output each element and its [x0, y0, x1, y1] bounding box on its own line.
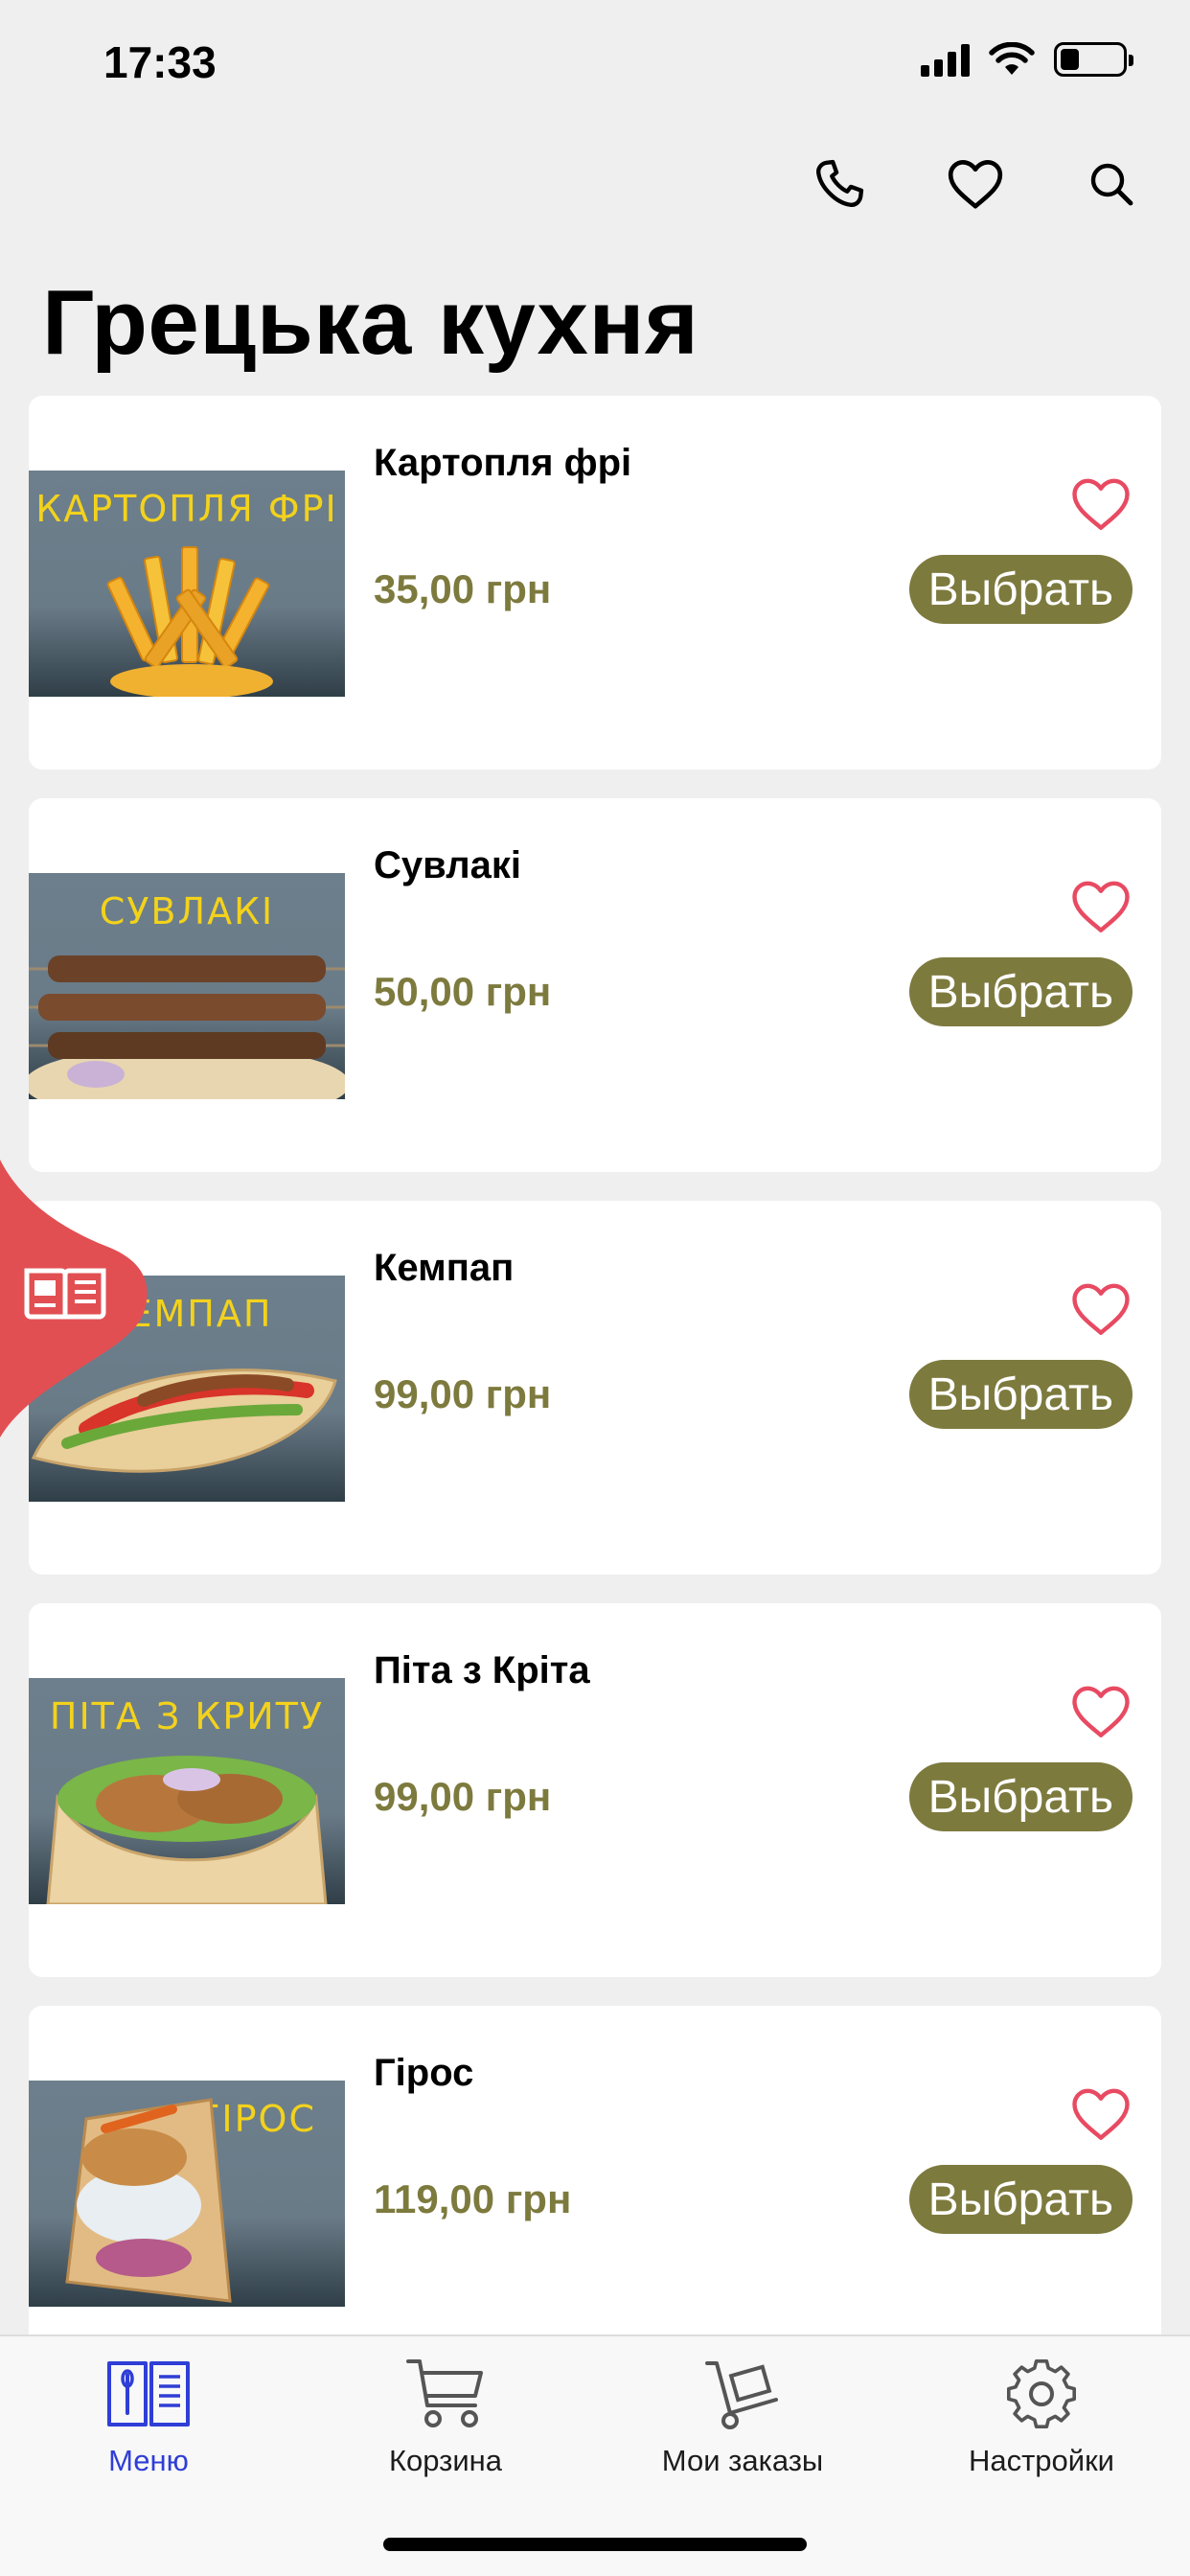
- status-icons: [921, 42, 1133, 77]
- hand-truck-icon: [705, 2361, 778, 2429]
- product-image: ГІРОС: [29, 2081, 345, 2307]
- product-card[interactable]: ПІТА З КРИТУ Піта з Кріта 99,00 грн Выбр…: [29, 1603, 1161, 1977]
- souvlaki-illustration: [29, 955, 345, 1099]
- favorite-heart-icon[interactable]: [1069, 1277, 1133, 1341]
- wifi-icon: [989, 42, 1035, 75]
- product-card[interactable]: КЕМПАП Кемпап 99,00 грн Выбрать: [29, 1201, 1161, 1575]
- favorites-button[interactable]: [945, 153, 1006, 215]
- product-price: 50,00 грн: [374, 969, 552, 1014]
- phone-icon: [816, 159, 864, 207]
- tab-label: Мои заказы: [661, 2444, 824, 2477]
- tab-label: Корзина: [388, 2444, 503, 2477]
- tab-menu[interactable]: Меню: [24, 2356, 273, 2478]
- tab-bar: Меню Корзина Мои заказы Настройки: [0, 2334, 1190, 2576]
- select-button[interactable]: Выбрать: [908, 2165, 1133, 2234]
- product-name: Піта з Кріта: [374, 1649, 590, 1691]
- signal-icon: [921, 42, 970, 77]
- screen: 17:33 Грецька кухня КАРТОПЛЯ ФРІ Картопл…: [0, 0, 1190, 2576]
- select-button[interactable]: Выбрать: [908, 555, 1133, 624]
- image-caption: СУВЛАКІ: [99, 890, 275, 932]
- tab-label: Меню: [108, 2444, 189, 2477]
- select-button[interactable]: Выбрать: [908, 1360, 1133, 1429]
- search-icon: [1090, 163, 1133, 206]
- product-image: ПІТА З КРИТУ: [29, 1678, 345, 1904]
- favorite-heart-icon[interactable]: [1069, 875, 1133, 938]
- product-name: Гірос: [374, 2052, 474, 2094]
- favorite-heart-icon[interactable]: [1069, 472, 1133, 536]
- home-indicator: [383, 2538, 807, 2551]
- side-menu-tab[interactable]: [0, 1160, 153, 1438]
- menu-book-icon: [107, 2361, 190, 2426]
- product-image: СУВЛАКІ: [29, 873, 345, 1099]
- header-actions: [809, 153, 1142, 215]
- product-name: Картопля фрі: [374, 442, 632, 484]
- tab-settings[interactable]: Настройки: [917, 2356, 1166, 2478]
- pita-illustration: [46, 1756, 328, 1904]
- product-card[interactable]: СУВЛАКІ Сувлакі 50,00 грн Выбрать: [29, 798, 1161, 1172]
- image-caption: ПІТА З КРИТУ: [49, 1695, 325, 1737]
- product-card[interactable]: КАРТОПЛЯ ФРІ Картопля фрі 35,00 грн Выбр…: [29, 396, 1161, 770]
- product-price: 119,00 грн: [374, 2176, 572, 2221]
- battery-icon: [1054, 42, 1133, 77]
- search-button[interactable]: [1081, 153, 1142, 215]
- status-time: 17:33: [103, 37, 217, 87]
- product-price: 99,00 грн: [374, 1774, 552, 1819]
- page-title: Грецька кухня: [42, 271, 699, 374]
- product-name: Кемпап: [374, 1247, 515, 1289]
- phone-button[interactable]: [809, 153, 870, 215]
- product-price: 99,00 грн: [374, 1371, 552, 1416]
- gyros-illustration: [65, 2098, 232, 2303]
- favorite-heart-icon[interactable]: [1069, 2082, 1133, 2146]
- product-price: 35,00 грн: [374, 566, 552, 611]
- cart-icon: [406, 2359, 483, 2427]
- tab-cart[interactable]: Корзина: [321, 2356, 570, 2478]
- select-button[interactable]: Выбрать: [908, 957, 1133, 1026]
- favorite-heart-icon[interactable]: [1069, 1680, 1133, 1743]
- fries-illustration: [106, 546, 273, 697]
- product-image: КАРТОПЛЯ ФРІ: [29, 471, 345, 697]
- heart-icon: [948, 159, 1003, 209]
- tab-my-orders[interactable]: Мои заказы: [618, 2356, 867, 2478]
- gear-icon: [1006, 2358, 1077, 2429]
- tab-label: Настройки: [968, 2444, 1114, 2477]
- select-button[interactable]: Выбрать: [908, 1762, 1133, 1831]
- product-name: Сувлакі: [374, 844, 521, 886]
- product-card[interactable]: ГІРОС Гірос 119,00 грн Выбрать: [29, 2006, 1161, 2380]
- image-caption: КАРТОПЛЯ ФРІ: [35, 488, 338, 530]
